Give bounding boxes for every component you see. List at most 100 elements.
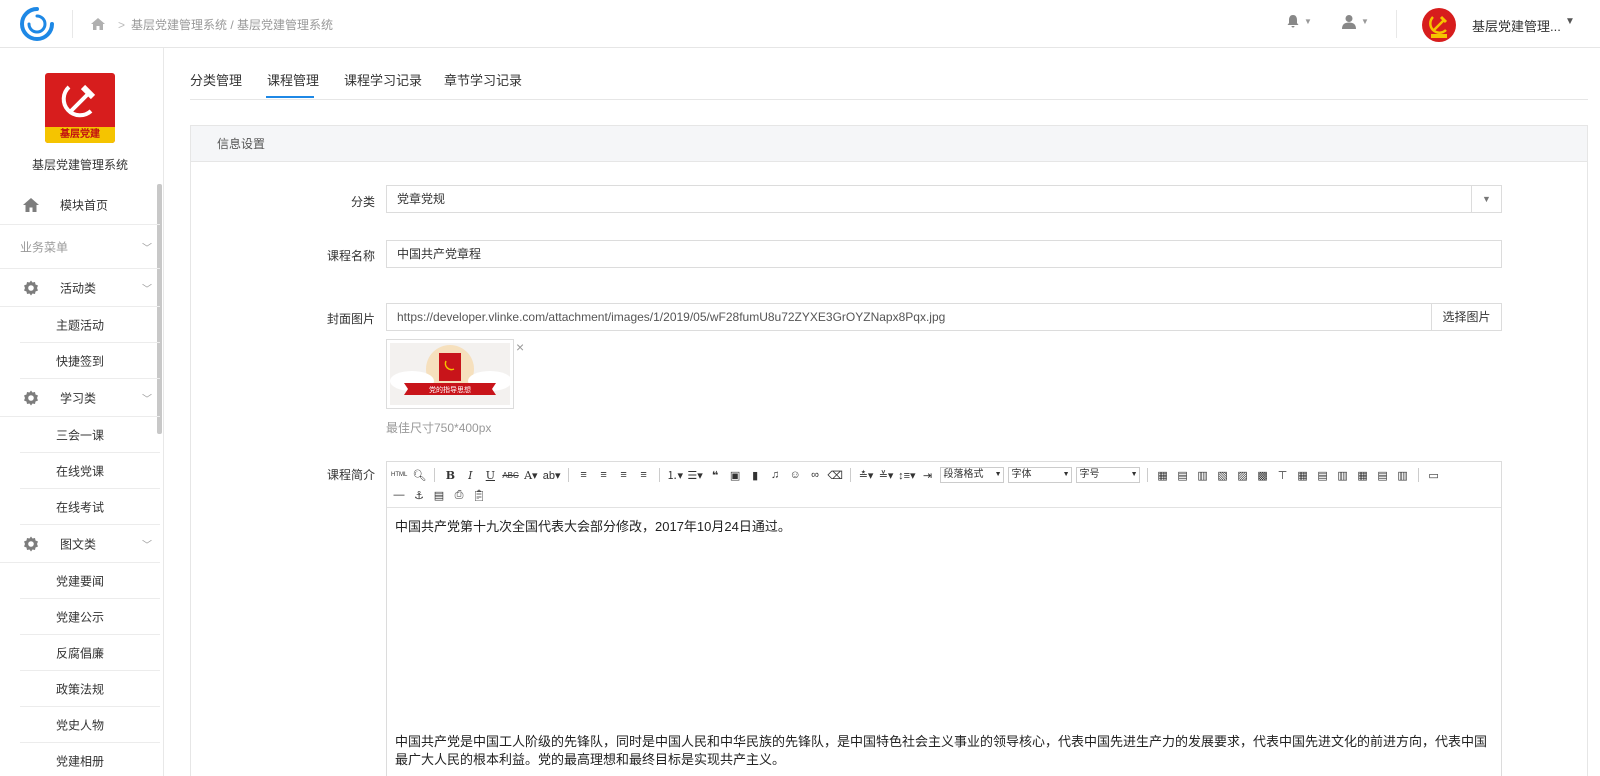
gear-icon [24, 280, 38, 295]
choose-image-button[interactable]: 选择图片 [1431, 304, 1501, 330]
editor-content[interactable]: 中国共产党第十九次全国代表大会部分修改，2017年10月24日通过。 中国共产党… [387, 508, 1501, 776]
caret-down-icon[interactable]: ▼ [1471, 186, 1501, 212]
sidebar-item-label: 政策法规 [56, 682, 105, 696]
sidebar-item-party-history[interactable]: 党史人物 [20, 707, 160, 743]
image-icon[interactable]: ▣ [727, 467, 743, 483]
align-center-icon[interactable]: ≡ [596, 467, 612, 483]
bold-icon[interactable]: B [442, 467, 458, 483]
table-props-icon[interactable]: ▤ [1175, 467, 1191, 483]
insert-caption-icon[interactable]: ▥ [1195, 467, 1211, 483]
category-label: 分类 [350, 195, 375, 209]
sidebar-group-article[interactable]: 图文类 ﹀ [0, 525, 160, 563]
sidebar-group-label: 活动类 [60, 281, 97, 295]
align-right-icon[interactable]: ≡ [616, 467, 632, 483]
ordered-list-icon[interactable]: ⒈▾ [667, 467, 684, 483]
sidebar-item-three-meetings[interactable]: 三会一课 [20, 417, 160, 453]
divider [658, 468, 660, 482]
preview-icon[interactable]: 🔍︎ [411, 467, 427, 483]
link-icon[interactable]: ∞ [807, 467, 823, 483]
row-spacing-bottom-icon[interactable]: ≚▾ [878, 467, 894, 483]
emoji-icon[interactable]: ☺ [787, 467, 803, 483]
sidebar-item-theme-activity[interactable]: 主题活动 [20, 307, 160, 343]
sidebar-item-home[interactable]: 模块首页 [0, 185, 160, 225]
cover-image: 党的指导思想 [390, 343, 512, 405]
sidebar-item-party-news[interactable]: 党建要闻 [20, 563, 160, 599]
insert-col-icon[interactable]: ▨ [1235, 467, 1251, 483]
intro-label: 课程简介 [326, 468, 375, 482]
line-height-icon[interactable]: ↕≡▾ [898, 467, 915, 483]
sidebar-item-anti-corruption[interactable]: 反腐倡廉 [20, 635, 160, 671]
delete-col-icon[interactable]: ⊤ [1275, 467, 1291, 483]
content-paragraph: 中国共产党第十九次全国代表大会部分修改，2017年10月24日通过。 [395, 519, 791, 534]
tab-chapter-study-records[interactable]: 章节学习记录 [444, 70, 522, 89]
party-avatar[interactable] [1422, 8, 1456, 42]
font-family-select[interactable]: 字体 ▼ [1007, 467, 1072, 483]
horizontal-rule-icon[interactable]: — [391, 487, 407, 503]
underline-icon[interactable]: U [482, 467, 498, 483]
sidebar-item-policy[interactable]: 政策法规 [20, 671, 160, 707]
sidebar-group-activity[interactable]: 活动类 ﹀ [0, 269, 160, 307]
blockquote-icon[interactable]: ❝ [707, 467, 723, 483]
split-cols-icon[interactable]: ▥ [1395, 467, 1411, 483]
font-color-icon[interactable]: A▾ [523, 467, 539, 483]
merge-down-icon[interactable]: ▥ [1335, 467, 1351, 483]
sidebar-item-party-album[interactable]: 党建相册 [20, 743, 160, 776]
close-icon[interactable]: × [516, 339, 524, 355]
sidebar-item-online-exam[interactable]: 在线考试 [20, 489, 160, 525]
font-size-select[interactable]: 字号 ▼ [1075, 467, 1140, 483]
tab-course-management[interactable]: 课程管理 [267, 70, 319, 89]
breadcrumb-item[interactable]: 基层党建管理系统 [237, 18, 333, 32]
sidebar-item-party-notice[interactable]: 党建公示 [20, 599, 160, 635]
user-menu-dropdown[interactable]: ▼ [1341, 14, 1369, 29]
content-paragraph: 中国共产党是中国工人阶级的先锋队，同时是中国人民和中华民族的先锋队，是中国特色社… [395, 734, 1488, 767]
app-logo-icon[interactable] [18, 6, 56, 42]
music-icon[interactable]: ♫ [767, 467, 783, 483]
sidebar-section-business[interactable]: 业务菜单 ﹀ [0, 225, 160, 269]
divider [850, 468, 852, 482]
home-button[interactable] [87, 13, 109, 35]
html-source-icon[interactable]: HTML [391, 467, 407, 483]
tab-category-management[interactable]: 分类管理 [190, 70, 242, 89]
user-name[interactable]: 基层党建管理... [1472, 16, 1561, 35]
editor-toolbar: HTML 🔍︎ B I U ABC A▾ ab▾ ≡ ≡ ≡ ≡ ⒈▾ ☰▾ ❝… [387, 462, 1501, 508]
home-icon [91, 18, 105, 30]
divider [72, 10, 73, 38]
divider [1417, 468, 1419, 482]
sidebar-item-label: 党史人物 [56, 718, 105, 732]
split-rows-icon[interactable]: ▤ [1375, 467, 1391, 483]
category-select[interactable]: 党章党规 ▼ [386, 185, 1502, 213]
sidebar-item-online-course[interactable]: 在线党课 [20, 453, 160, 489]
caret-down-icon[interactable]: ▼ [1565, 16, 1575, 27]
tab-course-study-records[interactable]: 课程学习记录 [344, 70, 422, 89]
course-name-input[interactable]: 中国共产党章程 [386, 240, 1502, 268]
align-left-icon[interactable]: ≡ [576, 467, 592, 483]
sidebar-item-quick-checkin[interactable]: 快捷签到 [20, 343, 160, 379]
highlight-color-icon[interactable]: ab▾ [543, 467, 561, 483]
align-justify-icon[interactable]: ≡ [636, 467, 652, 483]
sidebar-group-study[interactable]: 学习类 ﹀ [0, 379, 160, 417]
strikethrough-icon[interactable]: ABC [502, 467, 518, 483]
insert-table-icon[interactable]: ▦ [1155, 467, 1171, 483]
sidebar-item-label: 快捷签到 [56, 354, 105, 368]
insert-row-icon[interactable]: ▧ [1215, 467, 1231, 483]
italic-icon[interactable]: I [462, 467, 478, 483]
video-icon[interactable]: ▮ [747, 467, 763, 483]
merge-cells-icon[interactable]: ▦ [1295, 467, 1311, 483]
paragraph-format-select[interactable]: 段落格式 ▼ [939, 467, 1004, 483]
paste-plain-icon[interactable]: 📋︎ [471, 487, 487, 503]
row-spacing-top-icon[interactable]: ≛▾ [858, 467, 874, 483]
cover-url-input[interactable]: https://developer.vlinke.com/attachment/… [386, 303, 1502, 331]
eraser-icon[interactable]: ⌫ [827, 467, 843, 483]
notifications-dropdown[interactable]: ▼ [1286, 14, 1312, 28]
breadcrumb-item[interactable]: 基层党建管理系统 [131, 18, 227, 32]
split-cells-icon[interactable]: ▦ [1355, 467, 1371, 483]
fullscreen-icon[interactable]: ▭ [1426, 467, 1442, 483]
indent-icon[interactable]: ⇥ [920, 467, 936, 483]
bell-icon [1287, 15, 1299, 28]
merge-right-icon[interactable]: ▤ [1315, 467, 1331, 483]
unordered-list-icon[interactable]: ☰▾ [687, 467, 703, 483]
anchor-icon[interactable]: ⚓ [411, 487, 427, 503]
print-icon[interactable]: ⎙ [451, 487, 467, 503]
page-break-icon[interactable]: ▤ [431, 487, 447, 503]
delete-row-icon[interactable]: ▩ [1255, 467, 1271, 483]
